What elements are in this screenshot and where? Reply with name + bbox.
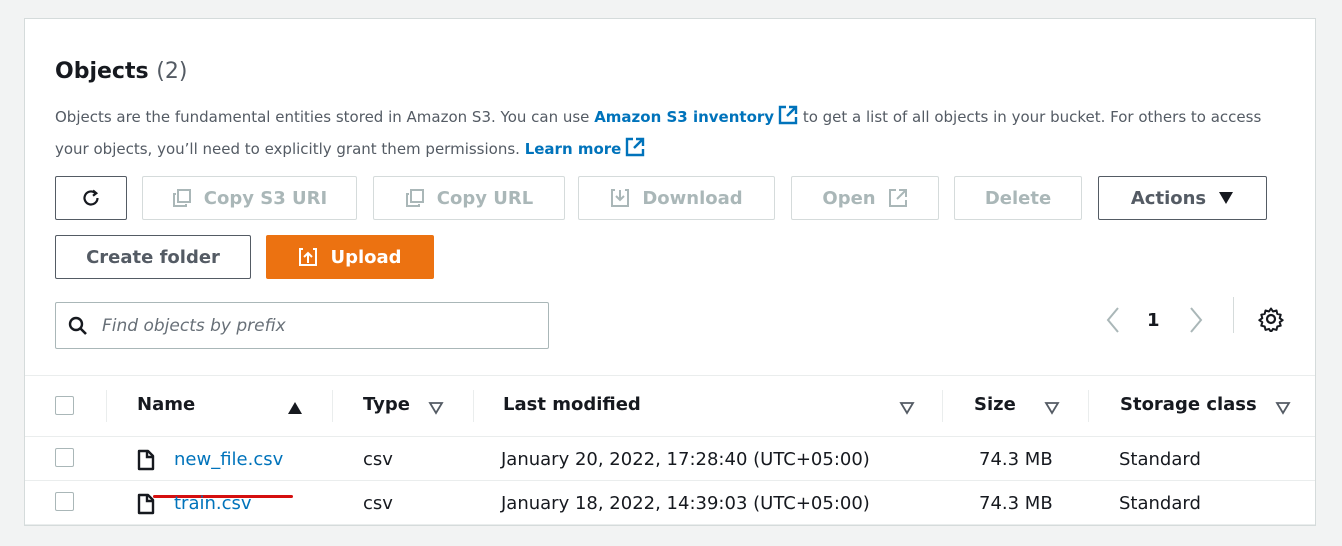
object-last-modified: January 20, 2022, 17:28:40 (UTC+05:00) bbox=[501, 449, 870, 470]
sort-descending-icon[interactable] bbox=[1044, 400, 1060, 419]
row-checkbox[interactable] bbox=[55, 492, 74, 511]
create-folder-button[interactable]: Create folder bbox=[55, 235, 251, 279]
sort-descending-icon[interactable] bbox=[899, 400, 915, 419]
table-row[interactable]: new_file.csv csv January 20, 2022, 17:28… bbox=[25, 437, 1315, 481]
page-number[interactable]: 1 bbox=[1147, 310, 1160, 331]
search-box[interactable] bbox=[55, 302, 549, 349]
objects-description: Objects are the fundamental entities sto… bbox=[55, 103, 1275, 167]
object-type: csv bbox=[363, 449, 393, 470]
gear-icon[interactable] bbox=[1258, 306, 1284, 332]
column-header-last-modified[interactable]: Last modified bbox=[503, 394, 641, 415]
column-separator bbox=[1088, 390, 1089, 422]
objects-count: (2) bbox=[156, 59, 188, 84]
external-link-icon bbox=[888, 188, 908, 208]
refresh-icon bbox=[80, 187, 102, 209]
create-folder-label: Create folder bbox=[86, 246, 220, 268]
object-type: csv bbox=[363, 493, 393, 514]
object-size: 74.3 MB bbox=[979, 493, 1053, 514]
column-separator bbox=[332, 390, 333, 422]
s3-inventory-link[interactable]: Amazon S3 inventory bbox=[594, 105, 798, 126]
object-name-link[interactable]: train.csv bbox=[174, 493, 252, 514]
refresh-button[interactable] bbox=[55, 176, 127, 220]
s3-inventory-link-label: Amazon S3 inventory bbox=[594, 108, 775, 126]
page-title: Objects (2) bbox=[55, 59, 187, 84]
table-header: Name Type Last modified Size Storage cla… bbox=[25, 375, 1315, 437]
column-separator bbox=[106, 390, 107, 422]
copy-s3-uri-button[interactable]: Copy S3 URI bbox=[142, 176, 357, 220]
download-label: Download bbox=[642, 187, 743, 209]
object-name-link[interactable]: new_file.csv bbox=[174, 449, 283, 470]
column-header-size[interactable]: Size bbox=[974, 394, 1016, 415]
learn-more-link[interactable]: Learn more bbox=[524, 137, 646, 158]
upload-label: Upload bbox=[330, 246, 402, 268]
column-separator bbox=[942, 390, 943, 422]
file-icon bbox=[137, 449, 155, 471]
copy-icon bbox=[172, 188, 192, 208]
pagination: 1 bbox=[1105, 302, 1204, 338]
column-separator bbox=[473, 390, 474, 422]
copy-url-button[interactable]: Copy URL bbox=[373, 176, 565, 220]
object-storage-class: Standard bbox=[1119, 449, 1201, 470]
column-header-storage-class[interactable]: Storage class bbox=[1120, 394, 1257, 415]
description-text-1: Objects are the fundamental entities sto… bbox=[55, 108, 595, 126]
caret-down-icon bbox=[1218, 191, 1234, 205]
file-icon bbox=[137, 493, 155, 515]
learn-more-link-label: Learn more bbox=[524, 140, 622, 158]
upload-button[interactable]: Upload bbox=[266, 235, 434, 279]
copy-icon bbox=[405, 188, 425, 208]
row-checkbox[interactable] bbox=[55, 448, 74, 467]
objects-title: Objects bbox=[55, 59, 149, 84]
copy-s3-uri-label: Copy S3 URI bbox=[203, 187, 328, 209]
actions-button[interactable]: Actions bbox=[1098, 176, 1267, 220]
external-link-icon bbox=[625, 137, 645, 167]
column-header-name[interactable]: Name bbox=[137, 394, 195, 415]
open-button[interactable]: Open bbox=[791, 176, 939, 220]
objects-panel: Objects (2) Objects are the fundamental … bbox=[24, 18, 1316, 526]
chevron-left-icon[interactable] bbox=[1105, 305, 1121, 335]
sort-descending-icon[interactable] bbox=[1275, 400, 1291, 419]
sort-descending-icon[interactable] bbox=[428, 400, 444, 419]
object-last-modified: January 18, 2022, 14:39:03 (UTC+05:00) bbox=[501, 493, 870, 514]
open-label: Open bbox=[822, 187, 876, 209]
object-size: 74.3 MB bbox=[979, 449, 1053, 470]
select-all-checkbox[interactable] bbox=[55, 396, 74, 415]
delete-label: Delete bbox=[984, 187, 1052, 209]
column-header-type[interactable]: Type bbox=[363, 394, 410, 415]
upload-icon bbox=[298, 247, 318, 267]
external-link-icon bbox=[778, 105, 798, 135]
search-icon bbox=[68, 316, 88, 336]
object-storage-class: Standard bbox=[1119, 493, 1201, 514]
table-row[interactable]: train.csv csv January 18, 2022, 14:39:03… bbox=[25, 481, 1315, 525]
download-button[interactable]: Download bbox=[578, 176, 775, 220]
actions-label: Actions bbox=[1130, 187, 1207, 209]
sort-ascending-icon[interactable] bbox=[287, 400, 303, 419]
copy-url-label: Copy URL bbox=[436, 187, 534, 209]
delete-button[interactable]: Delete bbox=[954, 176, 1082, 220]
chevron-right-icon[interactable] bbox=[1188, 305, 1204, 335]
search-input[interactable] bbox=[100, 314, 524, 337]
pagination-divider bbox=[1233, 297, 1234, 333]
download-icon bbox=[610, 188, 630, 208]
